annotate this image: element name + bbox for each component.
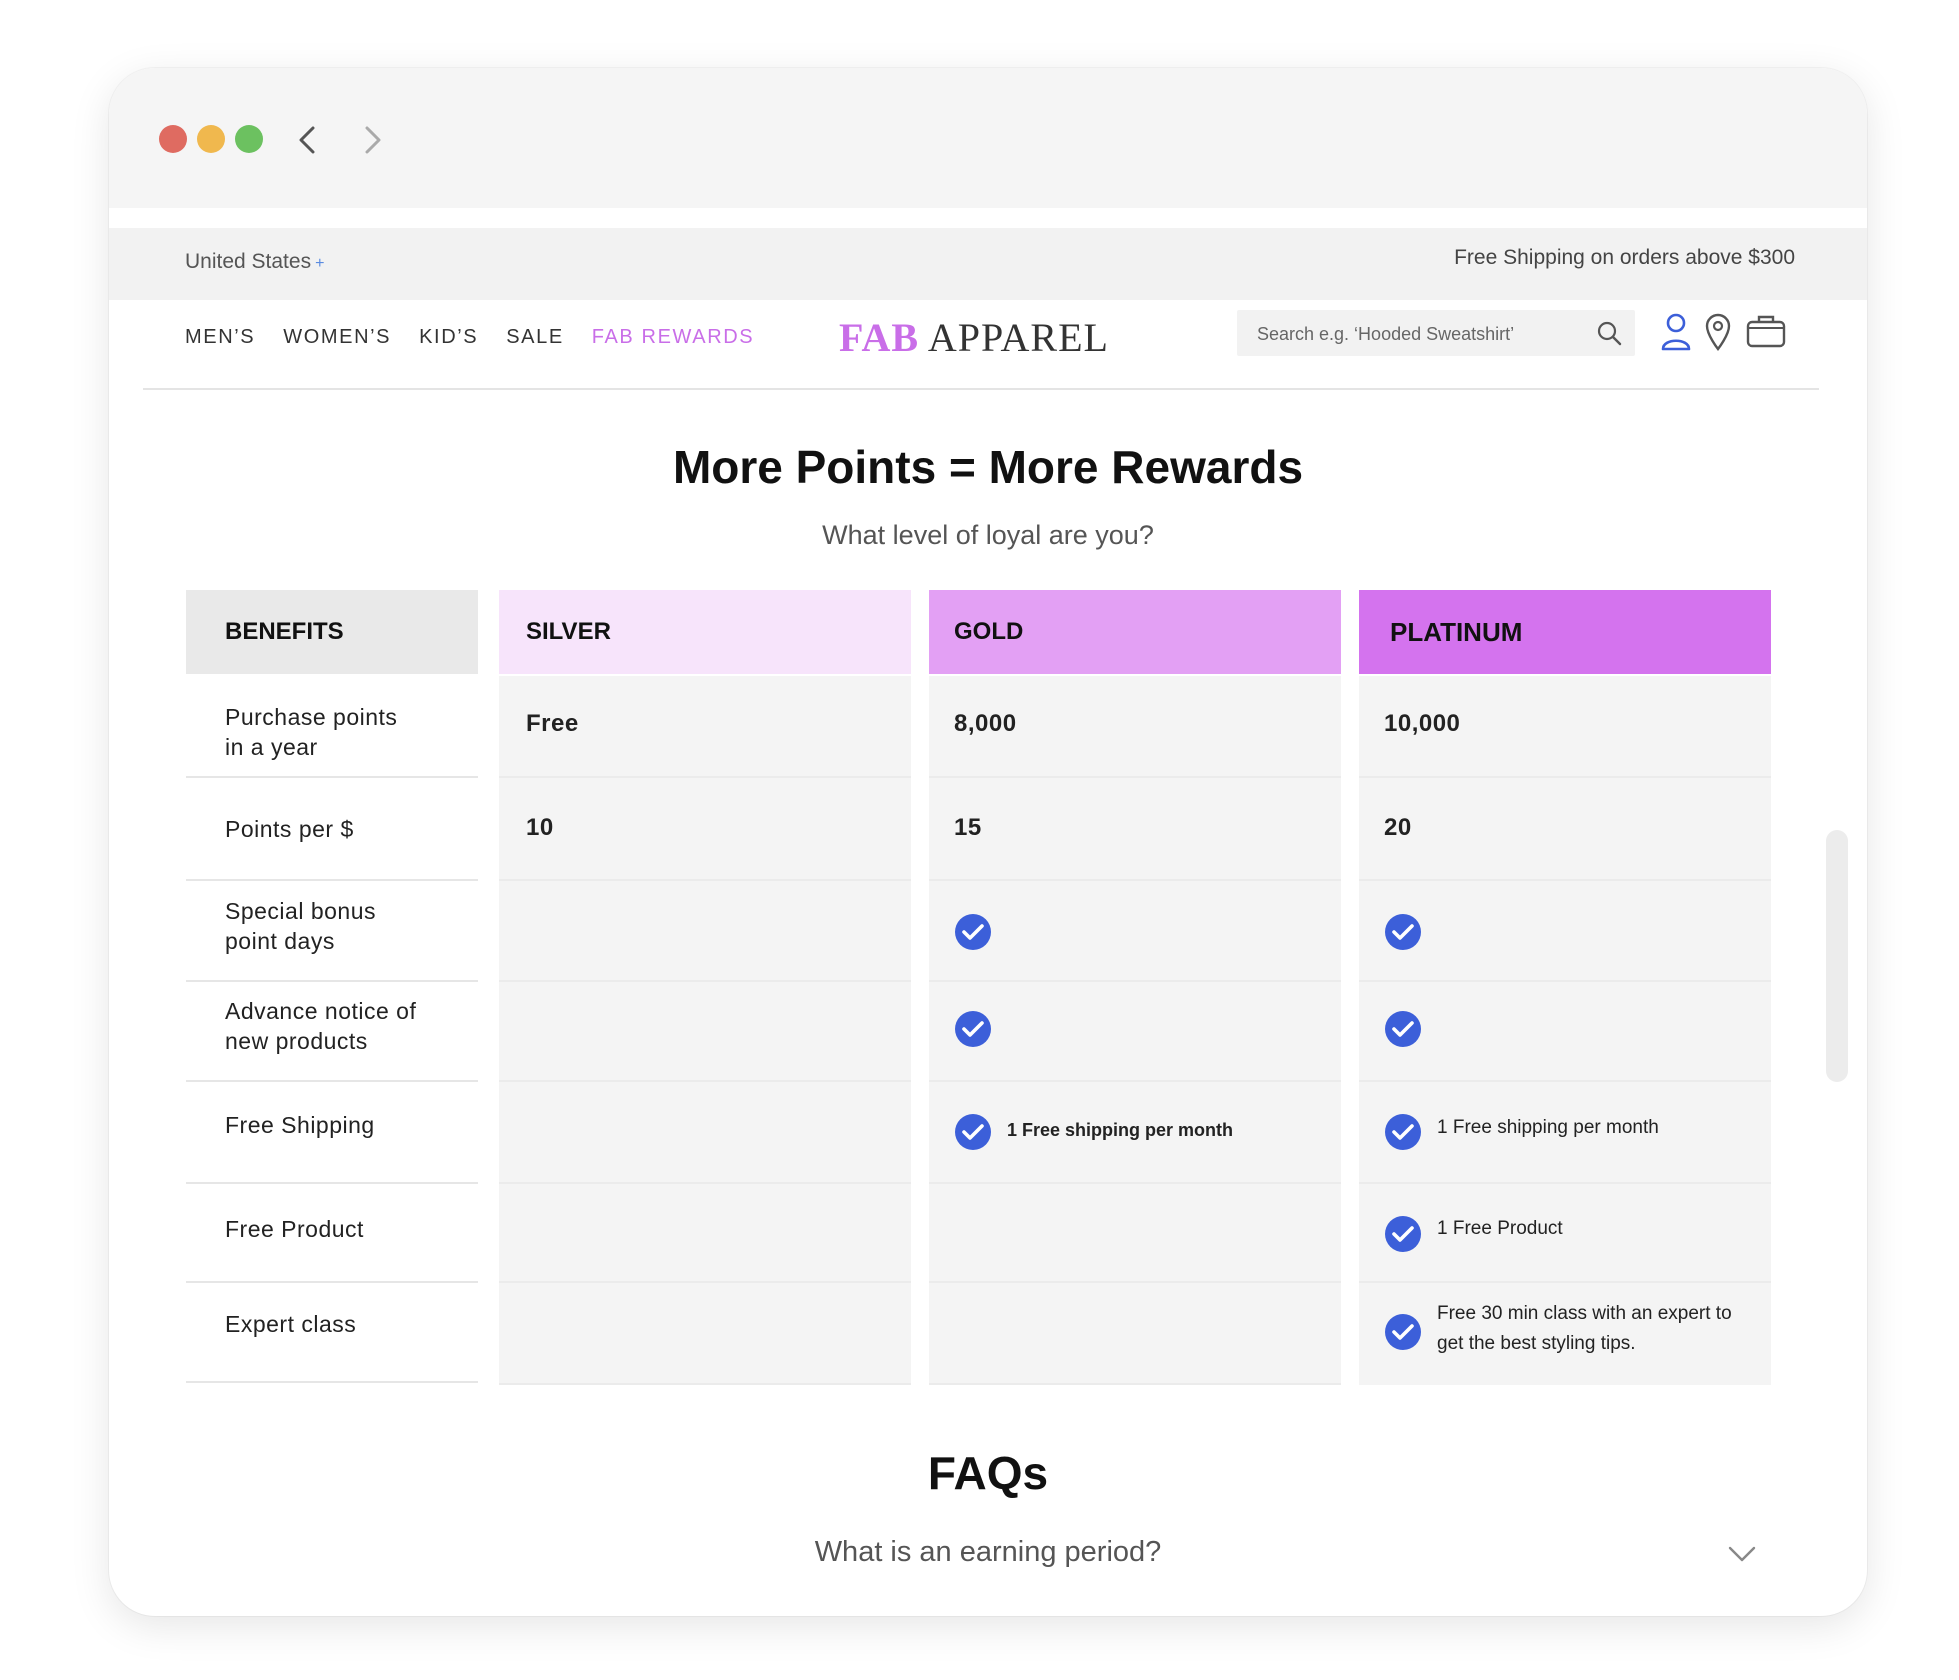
table-row: Purchase points in a year bbox=[186, 674, 478, 778]
benefits-column: BENEFITS Purchase points in a year Point… bbox=[186, 590, 478, 1383]
user-icon[interactable] bbox=[1659, 312, 1693, 352]
table-row bbox=[499, 982, 911, 1082]
header-divider bbox=[143, 388, 1819, 390]
gold-column: GOLD 8,000 15 1 Free shipping per month bbox=[929, 590, 1341, 1385]
region-selector[interactable]: United States + bbox=[185, 250, 324, 274]
table-row bbox=[499, 1082, 911, 1184]
nav-womens[interactable]: WOMEN’S bbox=[283, 326, 391, 349]
silver-column: SILVER Free 10 bbox=[499, 590, 911, 1385]
table-row bbox=[929, 881, 1341, 982]
faq-question[interactable]: What is an earning period? bbox=[109, 1536, 1867, 1569]
table-row: Free Shipping bbox=[186, 1082, 478, 1184]
silver-header: SILVER bbox=[499, 590, 911, 674]
table-row: Free 30 min class with an expert to get … bbox=[1359, 1283, 1771, 1385]
gold-points-per-dollar: 15 bbox=[954, 814, 982, 841]
chevron-down-icon[interactable] bbox=[1727, 1544, 1757, 1564]
region-label: United States bbox=[185, 250, 312, 273]
back-arrow-icon[interactable] bbox=[289, 120, 329, 160]
rewards-title: More Points = More Rewards bbox=[672, 441, 1304, 493]
table-row bbox=[1359, 881, 1771, 982]
table-row: 8,000 bbox=[929, 676, 1341, 778]
plus-icon: + bbox=[315, 255, 325, 272]
benefit-label: Advance notice of new products bbox=[225, 998, 417, 1054]
logo[interactable]: FAB APPAREL bbox=[839, 314, 1109, 361]
table-row bbox=[929, 982, 1341, 1082]
search-icon[interactable] bbox=[1595, 319, 1623, 347]
browser-chrome bbox=[109, 68, 1867, 208]
platinum-column: PLATINUM 10,000 20 1 Free shipping per m… bbox=[1359, 590, 1771, 1385]
table-row: 1 Free Product bbox=[1359, 1184, 1771, 1283]
table-row bbox=[929, 1283, 1341, 1385]
check-circle-icon bbox=[1385, 1314, 1421, 1350]
free-shipping-note: Free Shipping on orders above $300 bbox=[1454, 246, 1795, 269]
check-circle-icon bbox=[1385, 1114, 1421, 1150]
forward-arrow-icon[interactable] bbox=[351, 120, 391, 160]
gold-header: GOLD bbox=[929, 590, 1341, 674]
table-row bbox=[929, 1184, 1341, 1283]
table-row: 1 Free shipping per month bbox=[929, 1082, 1341, 1184]
main-navigation: MEN’S WOMEN’S KID’S SALE FAB REWARDS FAB… bbox=[109, 300, 1867, 392]
logo-fab: FAB bbox=[839, 315, 920, 360]
check-circle-icon bbox=[1385, 1011, 1421, 1047]
table-row bbox=[499, 1184, 911, 1283]
close-window-button[interactable] bbox=[159, 125, 187, 153]
benefit-label: Free Product bbox=[225, 1216, 364, 1242]
nav-sale[interactable]: SALE bbox=[506, 326, 564, 349]
table-row bbox=[499, 881, 911, 982]
gold-free-shipping-note: 1 Free shipping per month bbox=[1007, 1120, 1234, 1140]
table-row: 10,000 bbox=[1359, 676, 1771, 778]
table-row: Expert class bbox=[186, 1283, 478, 1383]
search-input[interactable] bbox=[1255, 310, 1589, 358]
faq-title: FAQs bbox=[927, 1447, 1049, 1499]
maximize-window-button[interactable] bbox=[235, 125, 263, 153]
nav-links: MEN’S WOMEN’S KID’S SALE FAB REWARDS bbox=[185, 326, 782, 349]
gold-purchase-points: 8,000 bbox=[954, 710, 1017, 737]
benefits-header: BENEFITS bbox=[186, 590, 478, 674]
platinum-purchase-points: 10,000 bbox=[1384, 710, 1461, 737]
table-row: Free bbox=[499, 676, 911, 778]
check-circle-icon bbox=[955, 914, 991, 950]
benefit-label: Special bonus point days bbox=[225, 898, 376, 954]
minimize-window-button[interactable] bbox=[197, 125, 225, 153]
rewards-subtitle: What level of loyal are you? bbox=[822, 520, 1154, 550]
nav-mens[interactable]: MEN’S bbox=[185, 326, 255, 349]
platinum-header: PLATINUM bbox=[1359, 590, 1771, 674]
table-row: Advance notice of new products bbox=[186, 982, 478, 1082]
location-pin-icon[interactable] bbox=[1703, 312, 1733, 352]
benefit-label: Purchase points in a year bbox=[225, 704, 398, 760]
benefit-label: Points per $ bbox=[225, 816, 354, 842]
browser-window: United States + Free Shipping on orders a… bbox=[109, 68, 1867, 1616]
table-row: 15 bbox=[929, 778, 1341, 881]
nav-kids[interactable]: KID’S bbox=[419, 326, 478, 349]
check-circle-icon bbox=[1385, 1216, 1421, 1252]
silver-points-per-dollar: 10 bbox=[526, 814, 554, 841]
table-row bbox=[499, 1283, 911, 1385]
table-row bbox=[1359, 982, 1771, 1082]
platinum-points-per-dollar: 20 bbox=[1384, 814, 1412, 841]
scrollbar-thumb[interactable] bbox=[1826, 830, 1848, 1082]
benefit-label: Expert class bbox=[225, 1311, 357, 1337]
search-box bbox=[1237, 310, 1635, 358]
check-circle-icon bbox=[955, 1011, 991, 1047]
platinum-free-shipping-note: 1 Free shipping per month bbox=[1437, 1117, 1659, 1138]
platinum-expert-class-note: Free 30 min class with an expert to get … bbox=[1437, 1303, 1732, 1354]
logo-apparel: APPAREL bbox=[927, 315, 1109, 360]
table-row: 10 bbox=[499, 778, 911, 881]
benefit-label: Free Shipping bbox=[225, 1112, 375, 1138]
silver-purchase-points: Free bbox=[526, 710, 579, 737]
utility-bar: United States + Free Shipping on orders a… bbox=[109, 228, 1867, 300]
table-row: Free Product bbox=[186, 1184, 478, 1283]
bag-icon[interactable] bbox=[1745, 312, 1787, 350]
nav-fab-rewards[interactable]: FAB REWARDS bbox=[592, 326, 754, 349]
table-row: Special bonus point days bbox=[186, 881, 478, 982]
check-circle-icon bbox=[955, 1114, 991, 1150]
check-circle-icon bbox=[1385, 914, 1421, 950]
table-row: 20 bbox=[1359, 778, 1771, 881]
platinum-free-product-note: 1 Free Product bbox=[1437, 1218, 1563, 1239]
table-row: Points per $ bbox=[186, 778, 478, 881]
table-row: 1 Free shipping per month bbox=[1359, 1082, 1771, 1184]
